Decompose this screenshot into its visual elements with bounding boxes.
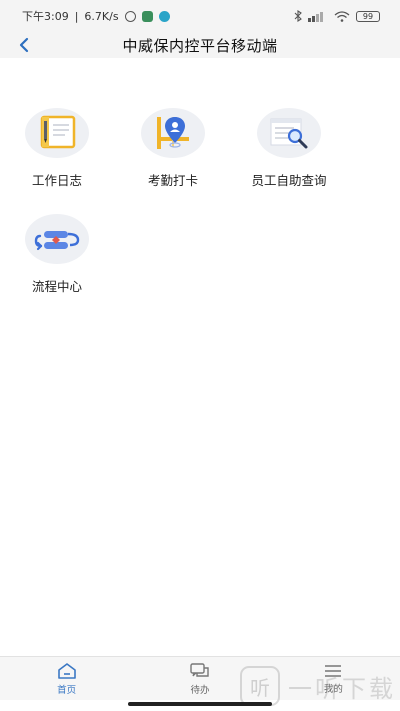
module-label: 工作日志 (31, 173, 82, 188)
chat-icon (190, 662, 209, 677)
back-button[interactable] (12, 33, 36, 57)
module-icon-bg (25, 214, 89, 264)
tab-label: 待办 (190, 684, 210, 696)
status-bar: 下午3:09 | 6.7K/s 99 (0, 0, 400, 32)
module-icon-bg (257, 108, 321, 158)
module-icon-bg (141, 108, 205, 158)
module-process-center[interactable]: 流程中心 (2, 214, 112, 295)
document-search-icon (270, 118, 308, 149)
battery-icon: 99 (356, 10, 380, 22)
module-icon-bg (25, 108, 89, 158)
app-notification-icon-2 (158, 10, 170, 22)
home-indicator[interactable] (128, 702, 272, 706)
app-notification-icon (141, 10, 153, 22)
module-label: 流程中心 (31, 279, 82, 294)
watermark: 听 一听下载 (240, 666, 396, 706)
bluetooth-icon (294, 10, 302, 22)
page-title: 中威保内控平台移动端 (122, 36, 278, 55)
location-pin-icon (157, 117, 189, 149)
notebook-icon (40, 115, 76, 149)
network-speed: 6.7K/s (84, 9, 119, 23)
status-right: 99 (294, 10, 380, 22)
chevron-left-icon (19, 37, 29, 53)
watermark-text: 一听下载 (288, 674, 396, 703)
nav-bar: 中威保内控平台移动端 (0, 32, 400, 58)
status-time: 下午3:09 (22, 10, 69, 23)
tab-home[interactable]: 首页 (0, 657, 133, 700)
status-left: 下午3:09 | 6.7K/s (22, 8, 170, 24)
status-divider: | (74, 9, 79, 23)
watermark-logo: 听 (240, 666, 280, 706)
wifi-icon (334, 10, 350, 22)
home-icon (57, 662, 76, 679)
module-label: 员工自助查询 (251, 173, 327, 188)
flow-icon (34, 231, 80, 251)
tab-label: 首页 (57, 684, 77, 696)
module-employee-self-query[interactable]: 员工自助查询 (234, 108, 344, 189)
signal-icon (308, 11, 323, 22)
module-label: 考勤打卡 (147, 173, 198, 188)
module-work-log[interactable]: 工作日志 (2, 108, 112, 189)
alarm-icon (124, 10, 136, 22)
module-attendance[interactable]: 考勤打卡 (118, 108, 228, 189)
